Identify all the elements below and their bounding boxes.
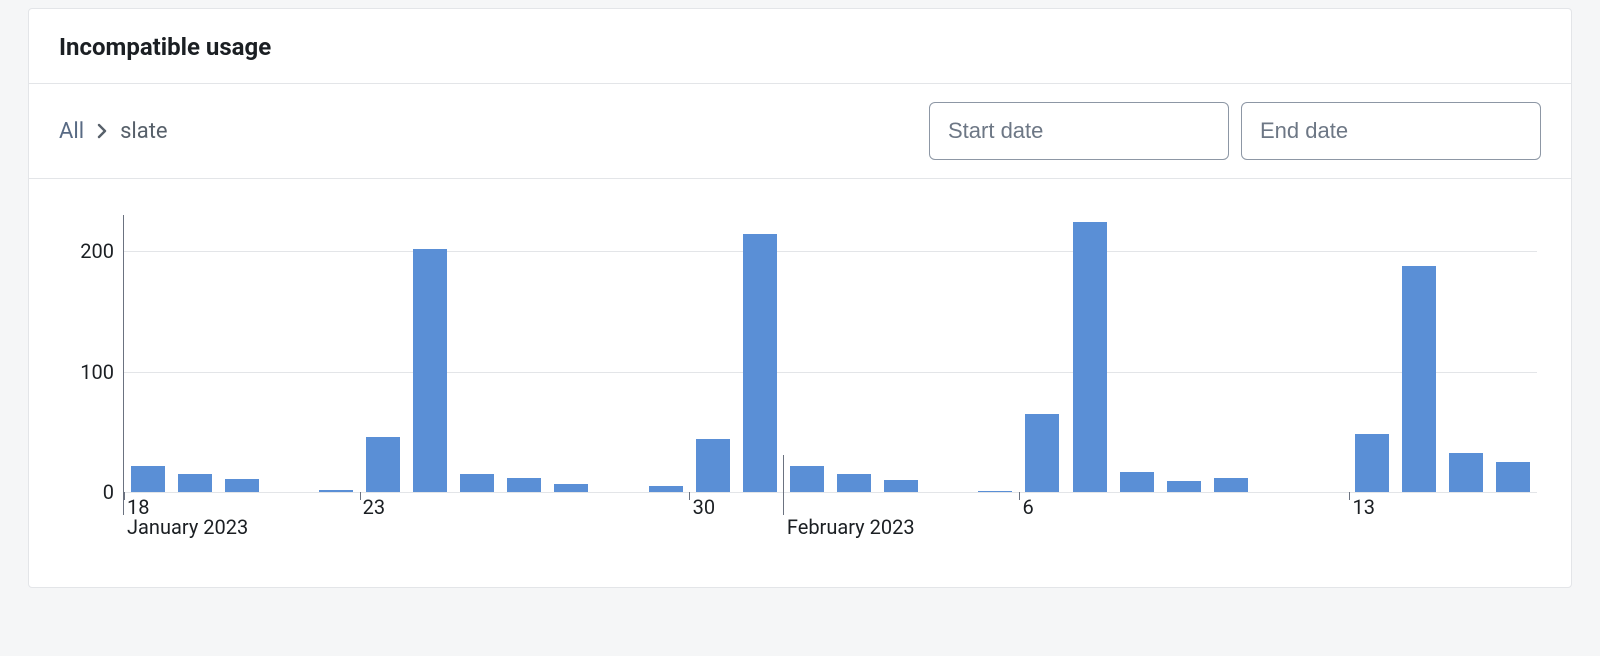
panel-toolbar: All slate [29, 84, 1571, 179]
chart-bar [319, 490, 353, 492]
y-axis-label: 100 [80, 360, 114, 384]
panel-header: Incompatible usage [29, 9, 1571, 84]
breadcrumb-root[interactable]: All [59, 119, 84, 144]
chart-bar [460, 474, 494, 492]
start-date-input[interactable] [929, 102, 1229, 160]
breadcrumb: All slate [59, 119, 168, 144]
y-axis-label: 200 [80, 239, 114, 263]
chart-bar [507, 478, 541, 492]
usage-panel: Incompatible usage All slate 0100200 182… [28, 8, 1572, 588]
breadcrumb-current: slate [120, 119, 168, 144]
chart-bar [178, 474, 212, 492]
chevron-right-icon [96, 123, 108, 139]
chart-bar [1449, 453, 1483, 492]
chart-container: 0100200 182330613 January 2023February 2… [29, 179, 1571, 587]
chart-bar [131, 466, 165, 492]
chart-bar [743, 234, 777, 492]
chart-bar [837, 474, 871, 492]
chart-plot-area: 0100200 [123, 215, 1537, 493]
chart-bar [790, 466, 824, 492]
month-separator [123, 455, 124, 515]
chart-bar [1167, 481, 1201, 492]
month-label: February 2023 [787, 515, 915, 539]
date-range-inputs [929, 102, 1541, 160]
chart-bar [1214, 478, 1248, 492]
chart-bar [1355, 434, 1389, 492]
month-label: January 2023 [127, 515, 248, 539]
chart-gridline [124, 251, 1537, 252]
panel-title: Incompatible usage [59, 33, 1541, 61]
x-axis-month-labels: January 2023 February 2023 [123, 515, 1537, 561]
end-date-input[interactable] [1241, 102, 1541, 160]
chart-bar [366, 437, 400, 492]
chart-bar [225, 479, 259, 492]
chart-bar [1496, 462, 1530, 492]
chart-bar [884, 480, 918, 492]
chart-bar [413, 249, 447, 492]
chart-bar [1025, 414, 1059, 492]
chart-bar [978, 491, 1012, 492]
chart-gridline [124, 372, 1537, 373]
chart-bar [696, 439, 730, 492]
chart-bar [1073, 222, 1107, 492]
bar-chart: 0100200 182330613 [59, 215, 1541, 515]
chart-bar [649, 486, 683, 492]
month-separator [783, 455, 784, 515]
y-axis-label: 0 [103, 480, 114, 504]
chart-bar [554, 484, 588, 492]
chart-bar [1120, 472, 1154, 492]
chart-bar [1402, 266, 1436, 492]
